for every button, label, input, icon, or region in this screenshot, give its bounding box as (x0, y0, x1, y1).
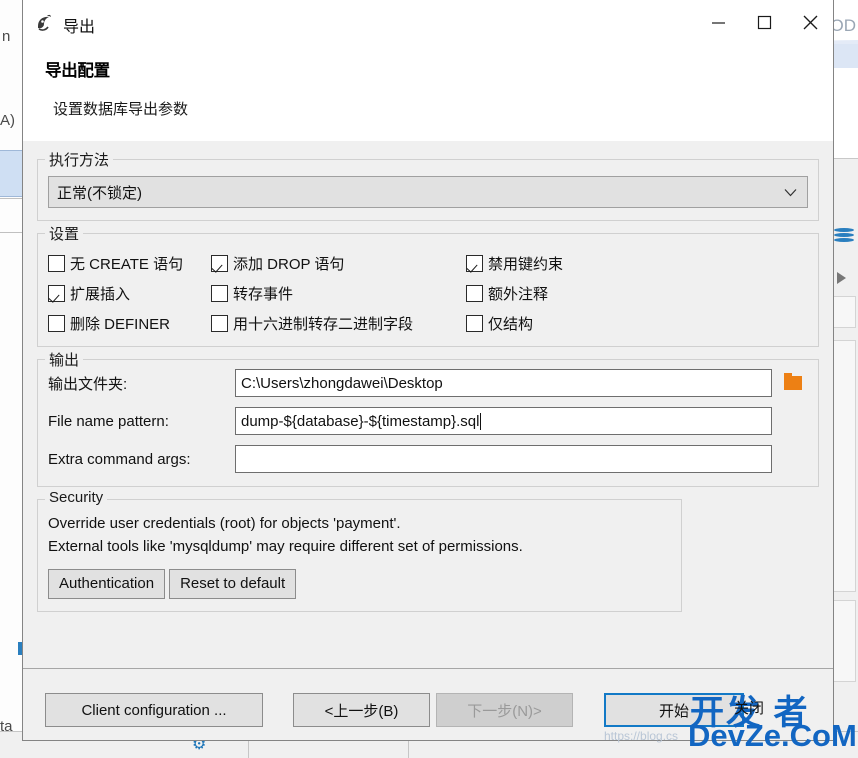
checkbox-label: 禁用键约束 (488, 255, 564, 273)
settings-row: 无 CREATE 语句 添加 DROP 语句 禁用键约束 (48, 248, 808, 278)
chevron-down-icon (784, 184, 797, 201)
output-group: 输出 输出文件夹: C:\Users\zhongdawei\Desktop Fi… (37, 349, 819, 487)
expand-arrow-icon (837, 272, 846, 284)
execution-method-value: 正常(不锁定) (57, 184, 142, 202)
checkbox-box (466, 314, 483, 332)
output-folder-input[interactable]: C:\Users\zhongdawei\Desktop (235, 369, 772, 397)
background-left-divider (0, 198, 24, 199)
background-text-a: A) (0, 112, 15, 129)
maximize-button[interactable] (741, 0, 787, 45)
security-legend: Security (45, 489, 108, 506)
folder-icon (784, 373, 802, 390)
window-title: 导出 (63, 19, 96, 36)
settings-group: 设置 无 CREATE 语句 添加 DROP 语句 禁用键约束 扩展插入 转存事… (37, 223, 819, 347)
checkbox-box (466, 254, 483, 272)
output-folder-value: C:\Users\zhongdawei\Desktop (241, 374, 443, 392)
extra-command-args-label: Extra command args: (48, 450, 191, 468)
checkbox-label: 仅结构 (488, 315, 534, 333)
close-button[interactable] (787, 0, 833, 45)
client-configuration-button[interactable]: Client configuration ... (45, 693, 263, 727)
checkbox-add-drop-statement[interactable]: 添加 DROP 语句 (211, 253, 466, 274)
output-folder-row: 输出文件夹: C:\Users\zhongdawei\Desktop (48, 368, 808, 398)
checkbox-label: 转存事件 (233, 285, 294, 303)
dolphin-icon (34, 13, 55, 34)
settings-checkbox-grid: 无 CREATE 语句 添加 DROP 语句 禁用键约束 扩展插入 转存事件 额… (48, 248, 808, 338)
title-bar: 导出 (23, 0, 833, 45)
dialog-header: 导出配置 设置数据库导出参数 (23, 45, 833, 141)
settings-legend: 设置 (45, 223, 84, 244)
start-button[interactable]: 开始 (604, 693, 744, 727)
export-dialog: 导出 导出配置 设置数据库导出参数 执行方法 正常(不锁定) 设置 无 CREA… (22, 0, 834, 741)
checkbox-label: 额外注释 (488, 285, 549, 303)
checkbox-extra-comments[interactable]: 额外注释 (466, 283, 548, 304)
output-legend: 输出 (45, 349, 84, 370)
back-button[interactable]: <上一步(B) (293, 693, 430, 727)
checkbox-label: 用十六进制转存二进制字段 (233, 315, 414, 333)
checkbox-label: 删除 DEFINER (70, 315, 171, 333)
checkbox-no-create-statement[interactable]: 无 CREATE 语句 (48, 253, 211, 274)
extra-command-args-row: Extra command args: (48, 444, 808, 474)
checkbox-label: 无 CREATE 语句 (70, 255, 184, 273)
background-left-selected-row (0, 150, 24, 197)
checkbox-box (48, 314, 65, 332)
checkbox-label: 添加 DROP 语句 (233, 255, 345, 273)
checkbox-box (211, 314, 228, 332)
execution-method-legend: 执行方法 (45, 149, 114, 170)
checkbox-hex-blob[interactable]: 用十六进制转存二进制字段 (211, 313, 466, 334)
checkbox-dump-events[interactable]: 转存事件 (211, 283, 466, 304)
authentication-button[interactable]: Authentication (48, 568, 166, 599)
background-text-od: OD (830, 16, 857, 35)
reset-to-default-button[interactable]: Reset to default (169, 568, 297, 599)
checkbox-remove-definer[interactable]: 删除 DEFINER (48, 313, 211, 334)
checkbox-structure-only[interactable]: 仅结构 (466, 313, 533, 334)
security-group: Security Override user credentials (root… (37, 489, 682, 612)
background-text-n: n (2, 28, 11, 45)
execution-method-group: 执行方法 正常(不锁定) (37, 149, 819, 221)
checkbox-extended-insert[interactable]: 扩展插入 (48, 283, 211, 304)
security-line-1: Override user credentials (root) for obj… (48, 515, 401, 532)
page-subtitle: 设置数据库导出参数 (53, 101, 189, 118)
checkbox-box (48, 254, 65, 272)
execution-method-select[interactable]: 正常(不锁定) (48, 176, 808, 208)
output-folder-label: 输出文件夹: (48, 375, 128, 393)
checkbox-box (211, 254, 228, 272)
security-line-2: External tools like 'mysqldump' may requ… (48, 538, 523, 556)
file-name-pattern-input[interactable]: dump-${database}-${timestamp}.sql (235, 407, 772, 435)
database-icon (834, 228, 854, 244)
browse-folder-button[interactable] (778, 369, 808, 397)
settings-row: 删除 DEFINER 用十六进制转存二进制字段 仅结构 (48, 308, 808, 338)
text-caret (480, 412, 482, 430)
file-name-pattern-value: dump-${database}-${timestamp}.sql (241, 412, 480, 430)
checkbox-label: 扩展插入 (70, 285, 131, 303)
next-button: 下一步(N)> (436, 693, 573, 727)
background-left-divider (0, 232, 24, 233)
checkbox-disable-key-constraints[interactable]: 禁用键约束 (466, 253, 563, 274)
window-controls (695, 0, 833, 45)
file-name-pattern-label: File name pattern: (48, 412, 169, 430)
file-name-pattern-row: File name pattern: dump-${database}-${ti… (48, 406, 808, 436)
dialog-body: 执行方法 正常(不锁定) 设置 无 CREATE 语句 添加 DROP 语句 禁… (23, 149, 833, 612)
extra-command-args-input[interactable] (235, 445, 772, 473)
settings-row: 扩展插入 转存事件 额外注释 (48, 278, 808, 308)
dialog-footer: Client configuration ... <上一步(B) 下一步(N)>… (23, 669, 833, 740)
minimize-button[interactable] (695, 0, 741, 45)
checkbox-box (466, 284, 483, 302)
checkbox-box (48, 284, 65, 302)
page-title: 导出配置 (45, 62, 110, 80)
checkbox-box (211, 284, 228, 302)
security-buttons: Authentication Reset to default (48, 568, 671, 599)
